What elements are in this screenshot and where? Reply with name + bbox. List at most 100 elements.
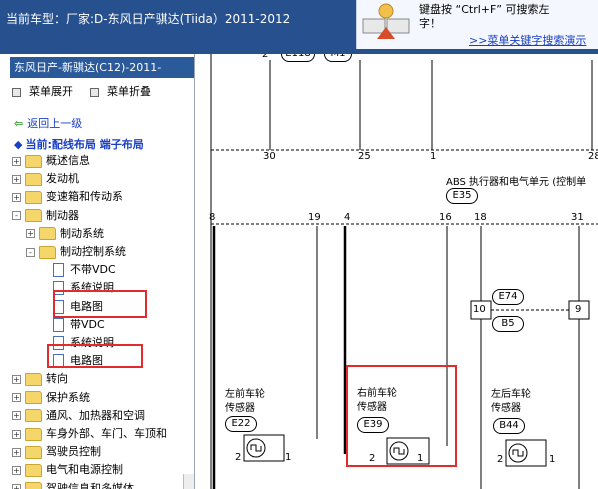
collapse-toggle-icon[interactable]: -	[26, 247, 35, 257]
folder-icon	[25, 409, 42, 423]
tree-item-label: 制动控制系统	[60, 245, 126, 258]
pin-9: 9	[575, 304, 582, 315]
circuit-diagram: E118 M1 2 30 25 1 28 ABS 执行器和电气单元 (控制单 E…	[195, 54, 598, 489]
highlight-box-circuit-diagram-1	[53, 290, 147, 318]
folder-icon	[25, 445, 42, 459]
tree-item-label: 转向	[46, 372, 68, 386]
tree-item-label: 电气和电源控制	[46, 463, 123, 477]
pin-19: 19	[308, 212, 321, 223]
menu-expand-button[interactable]: 菜单展开	[12, 83, 73, 99]
scrollbar[interactable]	[183, 474, 194, 489]
left-navigation-panel: 东风日产-新骐达(C12)-2011- 菜单展开 菜单折叠 ⇦ 返回上一级 ◆ 当前…	[0, 54, 195, 489]
tree-item[interactable]: + 通风、加热器和空调	[12, 407, 145, 425]
keyword-search-demo-link[interactable]: >>菜单关键字搜索演示	[469, 32, 586, 48]
tree-item[interactable]: + 车身外部、车门、车顶和	[12, 425, 167, 443]
folder-icon	[25, 209, 42, 223]
expand-toggle-icon[interactable]: +	[12, 393, 21, 403]
folder-icon	[39, 245, 56, 259]
back-link[interactable]: ⇦ 返回上一级	[14, 115, 82, 131]
rf-sensor-pin-1: 1	[417, 453, 424, 464]
collapse-toggle-icon[interactable]: -	[12, 211, 21, 221]
expand-toggle-icon[interactable]: +	[12, 465, 21, 475]
model-selector-bar[interactable]: 东风日产-新骐达(C12)-2011-	[10, 57, 194, 78]
pin-4: 4	[344, 212, 351, 223]
lf-sensor-label-1: 左前车轮	[225, 389, 265, 400]
menu-collapse-button[interactable]: 菜单折叠	[90, 83, 151, 99]
expand-toggle-icon[interactable]: +	[12, 447, 21, 457]
tree-item[interactable]: + 驾驶员控制	[12, 443, 101, 461]
expand-toggle-icon[interactable]: +	[12, 192, 21, 202]
lr-sensor-label-1: 左后车轮	[491, 389, 531, 400]
tree-item-label: 驾驶员控制	[46, 445, 101, 459]
tree-item[interactable]: - 制动器	[12, 207, 79, 225]
top-pin-label: 2	[262, 54, 269, 60]
tree-item[interactable]: + 发动机	[12, 170, 79, 188]
document-icon	[53, 263, 64, 278]
pin-18: 18	[474, 212, 487, 223]
tree-item-label: 不带VDC	[70, 263, 116, 277]
tree-item[interactable]: 不带VDC	[40, 261, 116, 279]
pin-1: 1	[430, 151, 437, 162]
tree-item-label: 概述信息	[46, 154, 90, 167]
folder-icon	[25, 172, 42, 186]
location-icon: ◆	[14, 138, 23, 151]
tree-item[interactable]: + 电气和电源控制	[12, 461, 123, 479]
connector-tag-b44: B44	[493, 418, 525, 434]
connector-tag-e35: E35	[446, 188, 478, 204]
highlight-box-circuit-diagram-2	[47, 344, 143, 368]
tree-item[interactable]: - 制动控制系统	[26, 243, 126, 261]
connector-tag-e22: E22	[225, 416, 257, 432]
lr-sensor-label-2: 传感器	[491, 403, 521, 414]
tree-item-label: 车身外部、车门、车顶和	[46, 427, 167, 440]
lr-sensor-pin-2: 2	[497, 454, 504, 465]
tree-item[interactable]: + 转向	[12, 370, 68, 388]
expand-toggle-icon[interactable]: +	[12, 484, 21, 489]
back-arrow-icon: ⇦	[14, 117, 24, 130]
expand-toggle-icon[interactable]: +	[26, 229, 35, 239]
connector-tag-e74: E74	[492, 289, 524, 305]
expand-toggle-icon[interactable]: +	[12, 156, 21, 166]
tree-item-label: 发动机	[46, 172, 79, 186]
tree-item-label: 通风、加热器和空调	[46, 408, 145, 422]
tree-item[interactable]: + 概述信息	[12, 152, 90, 170]
folder-icon	[25, 190, 42, 204]
tree-item[interactable]: + 保护系统	[12, 389, 90, 407]
collapse-icon	[90, 87, 99, 97]
rf-sensor-pin-2: 2	[369, 453, 376, 464]
expand-toggle-icon[interactable]: +	[12, 174, 21, 184]
folder-icon	[25, 154, 42, 168]
current-location: ◆ 当前:配线布局 端子布局	[14, 136, 144, 152]
connector-tag-m1: M1	[324, 54, 352, 62]
rf-sensor-label-2: 传感器	[357, 402, 387, 413]
rf-sensor-label-1: 右前车轮	[357, 388, 397, 399]
tree-item-label: 制动器	[46, 208, 79, 222]
folder-icon	[25, 427, 42, 441]
tree-item[interactable]: + 变速箱和传动系	[12, 188, 123, 206]
tree-item-label: 驾驶信息和多媒体	[46, 481, 134, 489]
tree-item[interactable]: 带VDC	[40, 316, 105, 334]
keyboard-hint-icon	[359, 1, 413, 45]
folder-icon	[39, 227, 56, 241]
menu-expand-label: 菜单展开	[29, 85, 73, 98]
tree-item[interactable]: + 驾驶信息和多媒体	[12, 480, 134, 489]
expand-toggle-icon[interactable]: +	[12, 429, 21, 439]
pin-16: 16	[439, 212, 452, 223]
back-link-label: 返回上一级	[27, 117, 83, 130]
tree-item-label: 带VDC	[70, 317, 105, 331]
connector-tag-b5: B5	[492, 316, 524, 332]
connector-tag-e39: E39	[357, 417, 389, 433]
lf-sensor-label-2: 传感器	[225, 403, 255, 414]
top-header: 当前车型：厂家:D-东风日产骐达(Tiida）2011-2012 键盘按 “Ct…	[0, 0, 598, 54]
tree-item[interactable]: + 制动系统	[26, 225, 104, 243]
folder-icon	[25, 482, 42, 489]
promo-banner: 键盘按 “Ctrl+F” 可搜索左 字！ >>菜单关键字搜索演示	[356, 0, 598, 49]
expand-toggle-icon[interactable]: +	[12, 411, 21, 421]
document-icon	[53, 317, 64, 332]
tree-item-label: 保护系统	[46, 390, 90, 404]
folder-icon	[25, 463, 42, 477]
promo-line-2: 字！	[419, 17, 441, 30]
expand-toggle-icon[interactable]: +	[12, 374, 21, 384]
folder-icon	[25, 391, 42, 405]
pin-10: 10	[473, 304, 486, 315]
connector-tag-e118: E118	[281, 54, 315, 62]
